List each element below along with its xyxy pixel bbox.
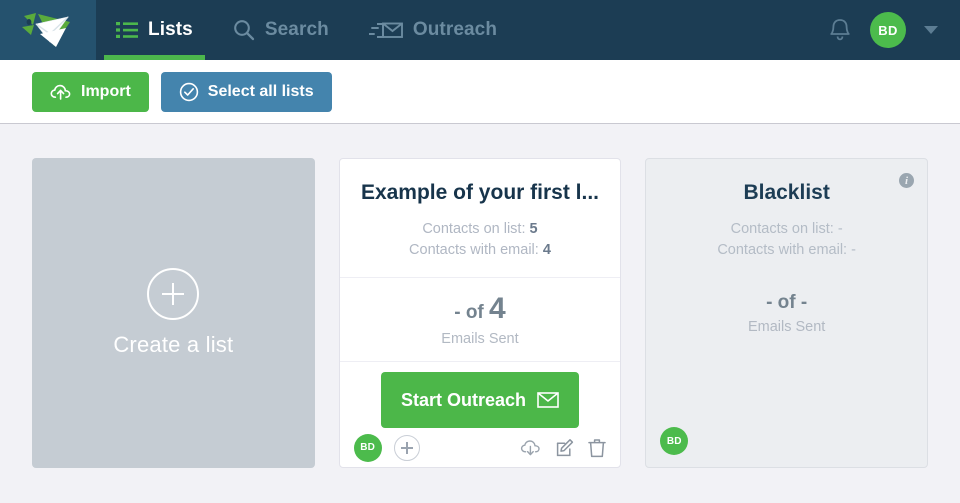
flying-envelope-logo-icon <box>22 13 70 47</box>
cloud-download-icon[interactable] <box>520 439 542 457</box>
envelope-icon <box>537 392 559 408</box>
list-card-footer: BD <box>646 415 927 467</box>
import-button[interactable]: Import <box>32 71 149 112</box>
list-icon <box>116 22 138 38</box>
trash-icon[interactable] <box>588 438 607 458</box>
emails-sent-value: - <box>800 292 808 314</box>
contacts-with-email-label: Contacts with email: <box>409 242 539 259</box>
list-card-stats: - of - Emails Sent <box>646 277 927 349</box>
avatar-initials: BD <box>878 22 898 38</box>
cloud-upload-icon <box>50 84 71 100</box>
list-card[interactable]: i Blacklist Contacts on list: - Contacts… <box>645 158 928 468</box>
select-all-lists-label: Select all lists <box>207 82 314 100</box>
start-outreach-button[interactable]: Start Outreach <box>380 372 579 429</box>
bell-icon[interactable] <box>828 17 852 43</box>
list-card-meta: Contacts on list: 5 Contacts with email:… <box>356 219 605 261</box>
lists-board: Create a list Example of your first l...… <box>0 124 960 468</box>
outreach-envelope-icon <box>368 22 403 38</box>
import-button-label: Import <box>81 82 131 100</box>
contacts-with-email-value: - <box>851 242 856 259</box>
list-card-title: Blacklist <box>743 181 830 204</box>
list-card-meta: Contacts on list: - Contacts with email:… <box>662 219 911 261</box>
start-outreach-label: Start Outreach <box>400 389 526 410</box>
list-card-avatar-initials: BD <box>666 435 682 447</box>
contacts-with-email-row: Contacts with email: 4 <box>356 240 605 261</box>
emails-sent-label: Emails Sent <box>747 319 826 336</box>
nav-item-lists-label: Lists <box>148 19 193 40</box>
avatar[interactable]: BD <box>870 12 906 48</box>
list-card[interactable]: Example of your first l... Contacts on l… <box>338 158 622 468</box>
contacts-on-list-label: Contacts on list: <box>422 221 526 237</box>
info-icon[interactable]: i <box>898 173 914 188</box>
contacts-with-email-row: Contacts with email: - <box>662 240 911 261</box>
nav-item-search[interactable]: Search <box>213 0 349 60</box>
emails-sent-prefix: - of <box>766 292 796 314</box>
list-card-title: Example of your first l... <box>360 181 599 204</box>
contacts-with-email-value: 4 <box>542 242 551 259</box>
emails-sent-stat: - of - <box>656 293 917 312</box>
contacts-on-list-value: - <box>837 221 843 237</box>
contacts-on-list-value: 5 <box>529 221 538 237</box>
check-circle-icon <box>179 82 198 101</box>
nav-item-outreach-label: Outreach <box>412 19 498 40</box>
emails-sent-prefix: - of <box>454 302 484 324</box>
list-card-stats: - of 4 Emails Sent <box>339 278 621 363</box>
nav-item-outreach[interactable]: Outreach <box>349 0 517 60</box>
chevron-down-icon[interactable] <box>924 26 938 34</box>
emails-sent-stat: - of 4 <box>350 294 611 324</box>
contacts-on-list-label: Contacts on list: <box>730 221 834 237</box>
info-icon-glyph: i <box>904 174 909 187</box>
top-navigation-bar: Lists Search Outreach BD <box>0 0 960 60</box>
add-collaborator-button[interactable] <box>393 434 420 461</box>
search-icon <box>234 20 255 41</box>
list-card-avatar[interactable]: BD <box>353 433 382 462</box>
nav-items: Lists Search Outreach <box>96 0 517 60</box>
emails-sent-value: 4 <box>489 292 506 326</box>
edit-icon[interactable] <box>555 438 575 458</box>
list-card-actions <box>520 438 607 458</box>
select-all-lists-button[interactable]: Select all lists <box>160 71 332 112</box>
create-list-label: Create a list <box>113 332 234 357</box>
nav-item-search-label: Search <box>264 19 329 40</box>
contacts-on-list-row: Contacts on list: - <box>662 219 911 240</box>
list-card-avatar[interactable]: BD <box>660 427 689 455</box>
contacts-with-email-label: Contacts with email: <box>717 242 848 259</box>
list-card-avatar-initials: BD <box>360 442 376 454</box>
list-card-footer: BD <box>340 428 621 467</box>
plus-circle-icon <box>147 268 200 320</box>
nav-right-group: BD <box>828 12 960 48</box>
create-list-card[interactable]: Create a list <box>32 158 315 468</box>
list-card-cta-wrap: Start Outreach <box>340 362 621 429</box>
list-card-header: Example of your first l... Contacts on l… <box>339 159 621 279</box>
contacts-on-list-row: Contacts on list: 5 <box>356 219 605 240</box>
lists-toolbar: Import Select all lists <box>0 60 960 124</box>
app-logo[interactable] <box>0 0 96 60</box>
nav-item-lists[interactable]: Lists <box>96 0 213 60</box>
list-card-header: Blacklist Contacts on list: - Contacts w… <box>646 159 927 277</box>
emails-sent-label: Emails Sent <box>441 331 519 348</box>
